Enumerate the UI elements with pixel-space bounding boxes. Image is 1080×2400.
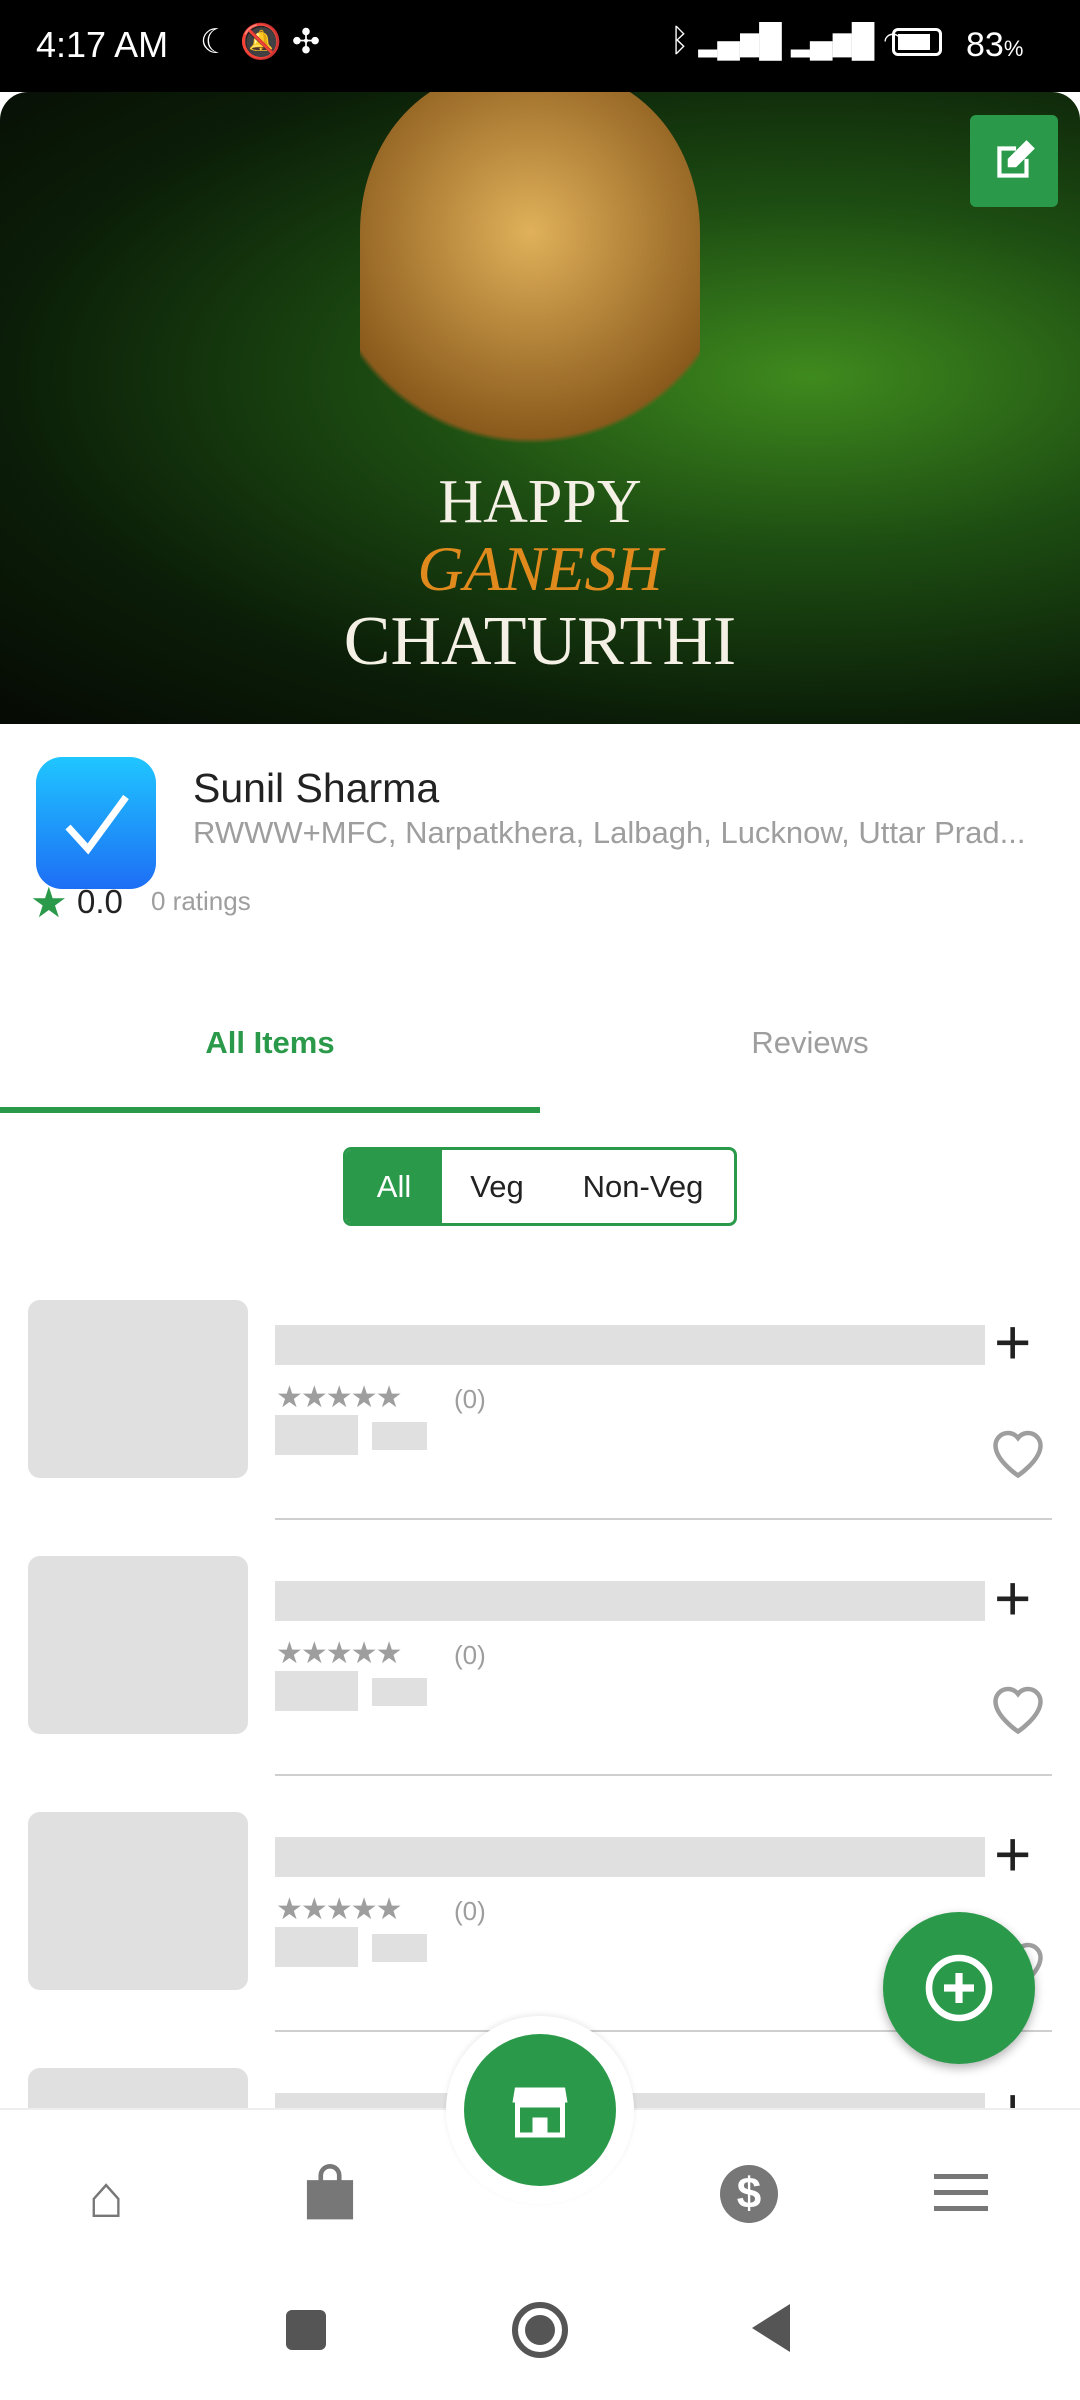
verified-badge-icon [28,755,164,891]
filter-non-veg[interactable]: Non-Veg [552,1150,734,1223]
item-tag-placeholder [372,1934,427,1962]
favorite-heart-icon[interactable] [988,1425,1048,1481]
store-icon [512,2087,568,2138]
edit-icon [997,140,1035,178]
tab-reviews[interactable]: Reviews [540,1025,1080,1061]
store-rating: 0.0 [77,883,123,920]
banner-text: CHATURTHI [343,603,737,680]
back-button[interactable] [752,2304,790,2352]
item-image-placeholder[interactable] [28,1556,248,1734]
add-to-cart-icon[interactable]: + [994,1566,1031,1630]
home-icon[interactable]: ⌂ [88,2162,124,2231]
add-to-cart-icon[interactable]: + [994,1310,1031,1374]
add-circle-icon [925,1954,993,2022]
item-tag-placeholder [372,1678,427,1706]
connectivity-icons: ᛒ ▂▄▆█ ▂▄▆█ ◠ [670,22,903,58]
item-title-placeholder [275,1325,985,1365]
star-icon: ★ [30,879,68,926]
banner-text: GANESH [417,533,663,604]
item-title-placeholder [275,1581,985,1621]
item-rating-stars-icon: ★★★★★ [276,1637,402,1670]
filter-veg[interactable]: Veg [442,1150,552,1223]
active-tab-indicator [0,1107,540,1113]
item-review-count: (0) [454,1384,486,1414]
recent-apps-button[interactable] [286,2310,326,2350]
home-button[interactable] [512,2302,568,2358]
status-bar: 4:17 AM ☾ 🔕 ✣ ᛒ ▂▄▆█ ▂▄▆█ ◠ 83% [0,0,1080,92]
battery-level: 83% [966,26,1024,64]
menu-icon[interactable] [934,2174,988,2211]
diet-filter: All Veg Non-Veg [343,1147,737,1226]
item-tag-placeholder [372,1422,427,1450]
item-price-placeholder [275,1671,358,1711]
item-divider [275,1518,1052,1520]
item-image-placeholder[interactable] [28,1812,248,1990]
shopping-bag-icon[interactable] [302,2164,358,2224]
store-button[interactable] [464,2034,616,2186]
favorite-heart-icon[interactable] [988,1681,1048,1737]
store-name: Sunil Sharma [193,765,440,811]
tab-all-items[interactable]: All Items [0,1025,540,1061]
item-review-count: (0) [454,1640,486,1670]
item-rating-stars-icon: ★★★★★ [276,1893,402,1926]
battery-icon [892,28,942,56]
add-to-cart-icon[interactable]: + [994,1822,1031,1886]
filter-all[interactable]: All [346,1150,442,1223]
store-address: RWWW+MFC, Narpatkhera, Lalbagh, Lucknow,… [193,815,1026,850]
status-icons: ☾ 🔕 ✣ [200,23,321,61]
edit-banner-button[interactable] [970,115,1058,207]
store-banner: HAPPY GANESH CHATURTHI [0,92,1080,724]
item-title-placeholder [275,1837,985,1877]
item-price-placeholder [275,1415,358,1455]
status-time: 4:17 AM [36,24,169,65]
item-price-placeholder [275,1927,358,1967]
add-item-fab[interactable] [883,1912,1035,2064]
banner-image [360,92,700,472]
item-rating-stars-icon: ★★★★★ [276,1381,402,1414]
item-review-count: (0) [454,1896,486,1926]
banner-text: HAPPY [438,468,642,536]
item-divider [275,1774,1052,1776]
item-image-placeholder[interactable] [28,1300,248,1478]
ratings-count: 0 ratings [151,886,251,916]
dollar-icon[interactable]: $ [720,2165,778,2223]
